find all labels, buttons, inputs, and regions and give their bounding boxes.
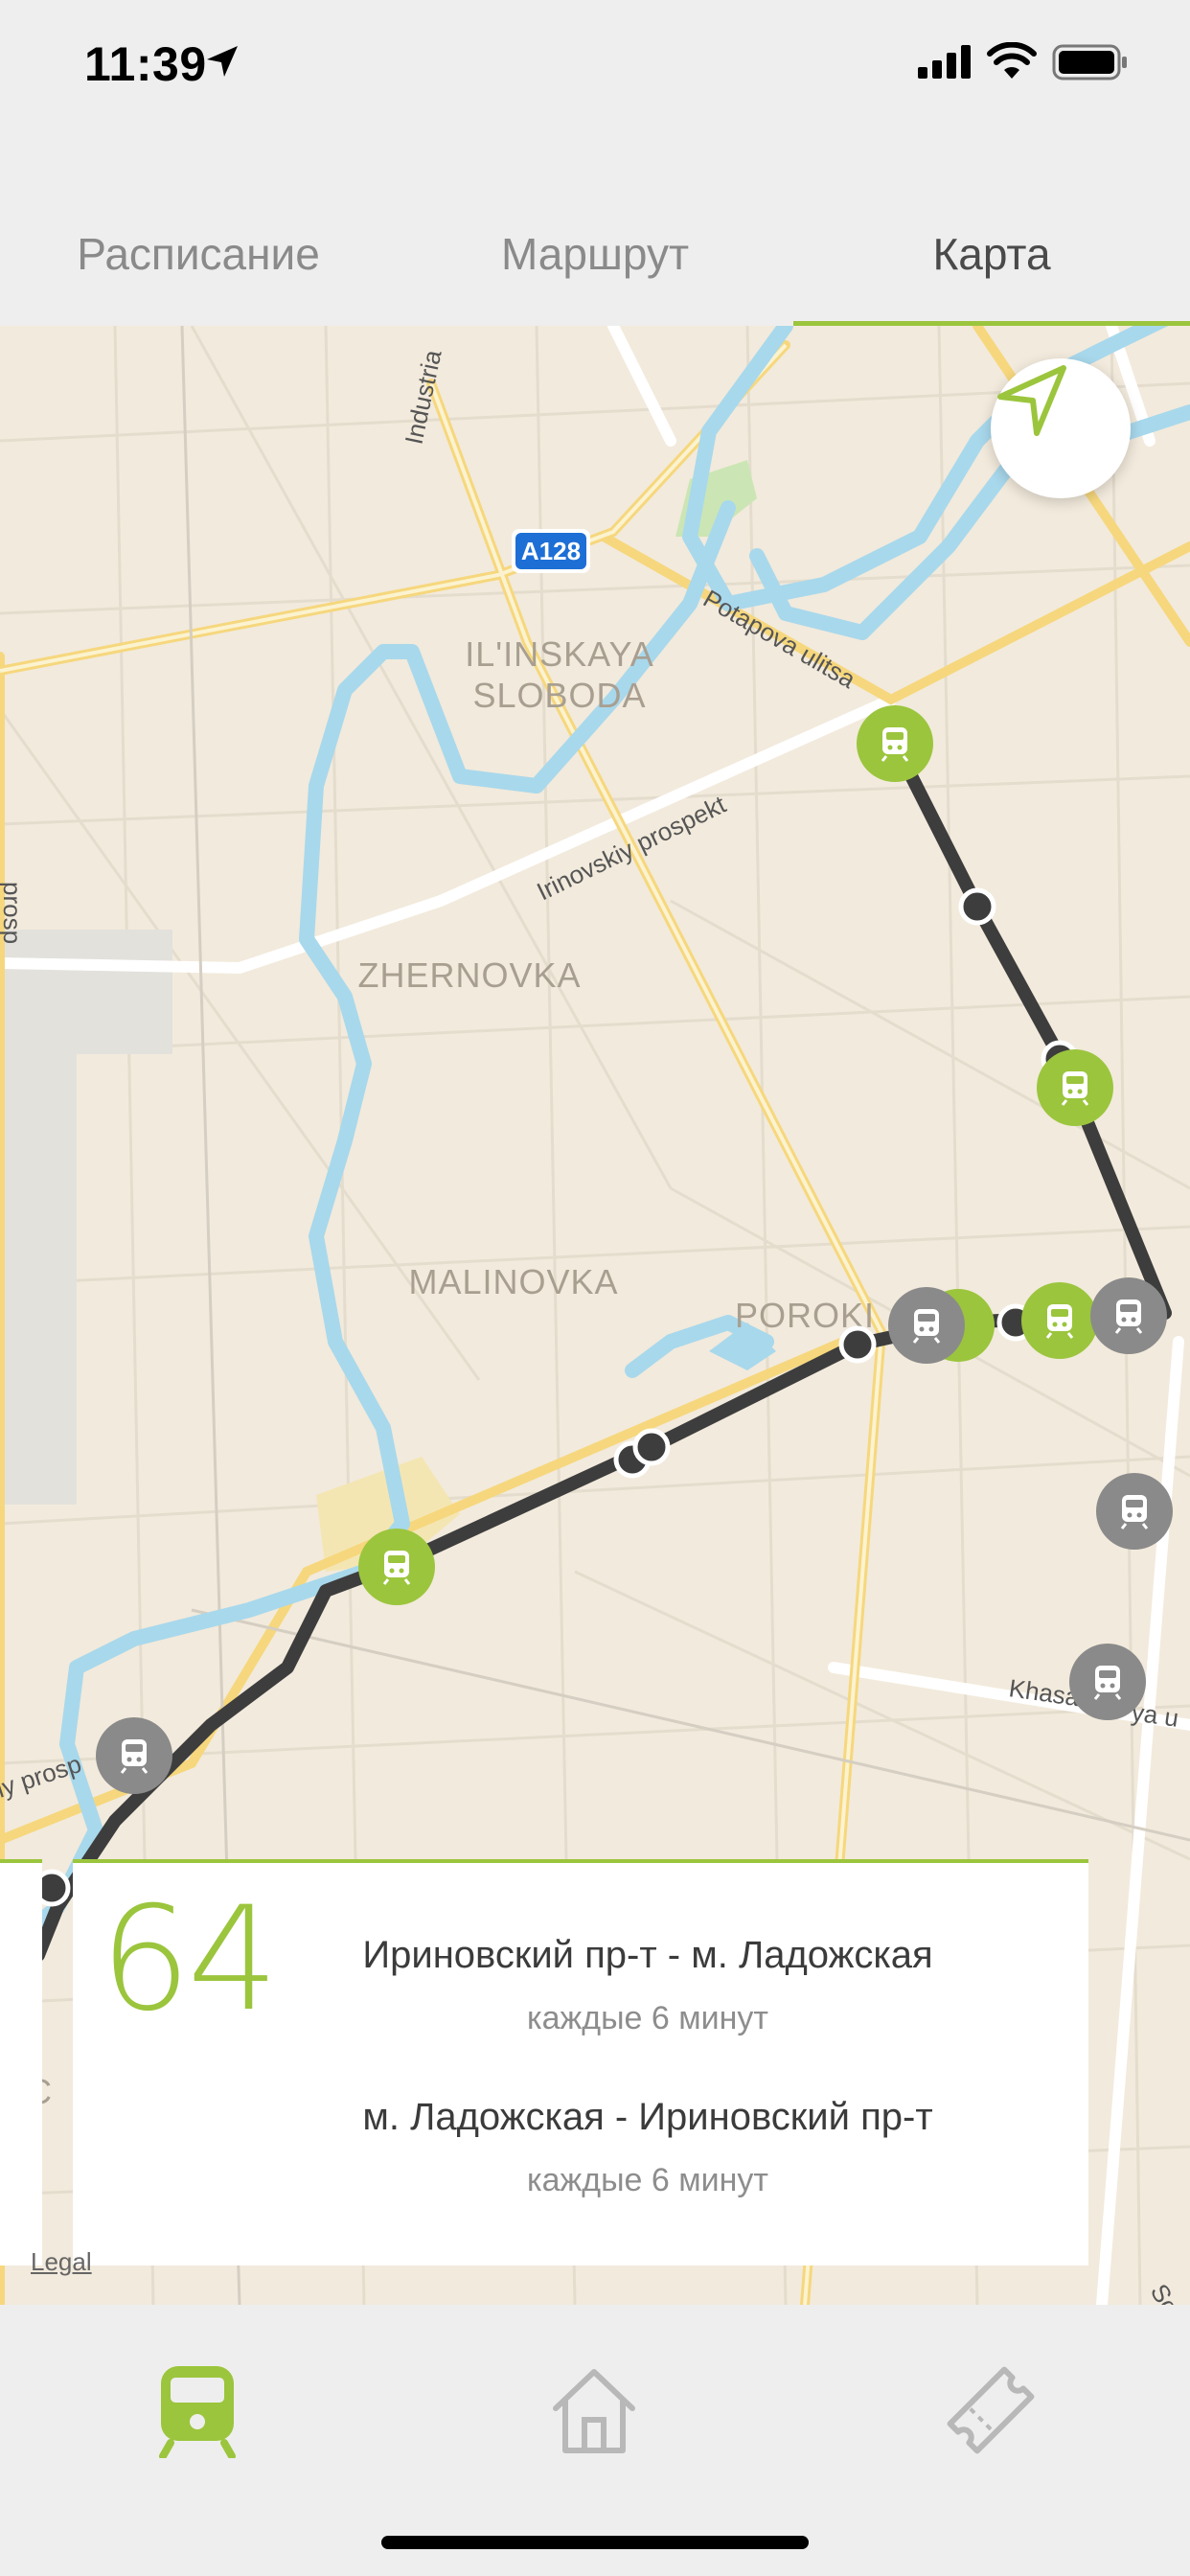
locate-me-button[interactable]: [991, 358, 1131, 498]
vehicle-marker-gray[interactable]: [1096, 1473, 1173, 1550]
wifi-icon: [987, 42, 1037, 79]
place-label: ZHERNOVKA: [357, 955, 581, 995]
cellular-signal-icon: [918, 45, 971, 79]
battery-icon: [1052, 44, 1127, 80]
direction-title: м. Ладожская - Ириновский пр-т: [362, 2096, 933, 2138]
vehicle-marker-gray[interactable]: [1090, 1277, 1167, 1354]
navigation-arrow-icon: [997, 365, 1066, 436]
vehicle-marker-gray[interactable]: [888, 1287, 965, 1364]
highway-shield: A128: [512, 529, 590, 573]
street-label: iy prosp: [0, 1749, 84, 1804]
route-stop[interactable]: [632, 1428, 671, 1466]
home-indicator: [381, 2536, 809, 2549]
vehicle-marker-gray[interactable]: [96, 1717, 172, 1794]
tab-schedule[interactable]: Расписание: [0, 182, 397, 326]
direction-frequency: каждые 6 минут: [527, 2162, 768, 2198]
vehicle-marker-gray[interactable]: [1069, 1644, 1146, 1720]
location-arrow-icon: [207, 46, 238, 77]
direction-title: Ириновский пр-т - м. Ладожская: [362, 1934, 933, 1976]
place-label: SLOBODA: [472, 676, 646, 715]
legal-link[interactable]: Legal: [31, 2247, 92, 2277]
direction-forward: Ириновский пр-т - м. Ладожская каждые 6 …: [226, 1934, 1069, 2037]
place-label: IL'INSKAYA: [465, 634, 654, 674]
route-line: [32, 737, 1172, 1962]
home-icon: [553, 2369, 635, 2453]
status-time: 11:39: [84, 37, 207, 91]
route-stop[interactable]: [958, 887, 996, 926]
top-tabs: Расписание Маршрут Карта: [0, 182, 1190, 326]
tabbar-item-tickets[interactable]: [914, 2343, 1067, 2477]
street-label: prosp: [0, 882, 27, 944]
place-label: MALINOVKA: [408, 1262, 618, 1301]
vehicle-marker-green[interactable]: [1021, 1282, 1098, 1359]
previous-route-card[interactable]: [0, 1859, 42, 2266]
status-bar: 11:39: [0, 0, 1190, 144]
route-stop[interactable]: [838, 1325, 877, 1364]
direction-frequency: каждые 6 минут: [527, 2000, 768, 2036]
tram-icon: [159, 2366, 236, 2458]
vehicle-marker-green[interactable]: [358, 1529, 435, 1605]
tab-map[interactable]: Карта: [793, 182, 1190, 326]
vehicle-marker-green[interactable]: [857, 705, 933, 782]
ticket-icon: [947, 2366, 1035, 2454]
direction-backward: м. Ладожская - Ириновский пр-т каждые 6 …: [226, 2096, 1069, 2199]
street-label: Sol: [1145, 2279, 1188, 2305]
tabbar-item-home[interactable]: [517, 2343, 671, 2477]
tab-route[interactable]: Маршрут: [397, 182, 793, 326]
vehicle-marker-green[interactable]: [1037, 1049, 1113, 1126]
tabbar-item-transport[interactable]: [121, 2343, 274, 2477]
route-info-card[interactable]: 64 Ириновский пр-т - м. Ладожская каждые…: [73, 1859, 1088, 2266]
svg-text:A128: A128: [521, 537, 581, 565]
